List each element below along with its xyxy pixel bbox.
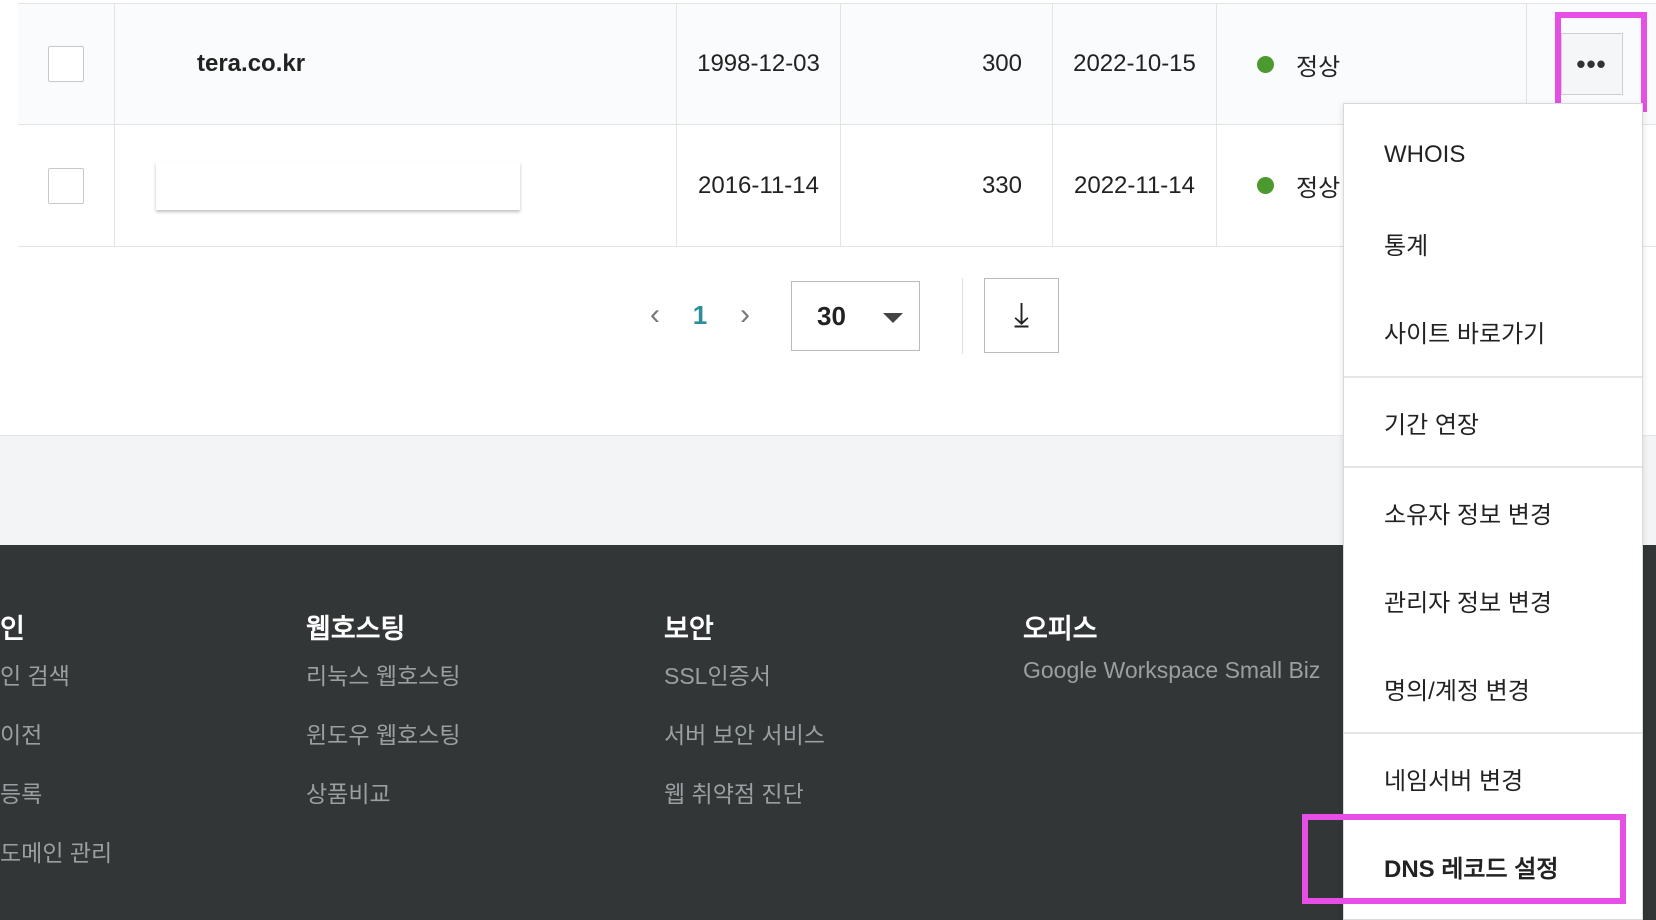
footer-column-title: 오피스 (1023, 614, 1098, 644)
download-icon: ⤓ (1013, 296, 1030, 334)
more-options-menu: WHOIS 통계 사이트 바로가기 기간 연장 소유자 정보 변경 관리자 정보… (1343, 103, 1643, 920)
dns-item-highlight (1302, 814, 1626, 904)
expire-date: 2022-10-15 (1053, 4, 1217, 124)
footer-column-title: 인 (0, 614, 25, 644)
footer-link[interactable]: 웹 취약점 진단 (664, 775, 804, 809)
row-checkbox[interactable] (48, 46, 84, 82)
menu-item-statistics[interactable]: 통계 (1344, 199, 1642, 287)
next-page-icon[interactable]: › (730, 298, 760, 332)
pagination: ‹ 1 › (640, 278, 760, 352)
menu-item-whois[interactable]: WHOIS (1344, 111, 1642, 199)
footer-link[interactable]: SSL인증서 (664, 657, 771, 691)
registered-date: 1998-12-03 (677, 4, 841, 124)
domain-name[interactable] (156, 161, 520, 210)
expire-date: 2022-11-14 (1053, 125, 1217, 246)
registered-date: 2016-11-14 (677, 125, 841, 246)
per-page-select[interactable]: 30 (791, 281, 920, 351)
footer-link[interactable]: 인 검색 (0, 657, 70, 691)
footer-link[interactable]: Google Workspace Small Biz (1023, 657, 1320, 684)
menu-item-account-change[interactable]: 명의/계정 변경 (1344, 644, 1642, 732)
footer-column-title: 보안 (664, 614, 714, 644)
footer-link[interactable]: 등록 (0, 775, 42, 809)
page-number-current[interactable]: 1 (670, 300, 730, 331)
menu-item-owner-info[interactable]: 소유자 정보 변경 (1344, 468, 1642, 556)
status-text: 정상 (1296, 175, 1341, 202)
row-checkbox[interactable] (48, 167, 84, 204)
per-page-value: 30 (817, 300, 846, 331)
footer-link[interactable]: 이전 (0, 716, 42, 750)
menu-item-extend-period[interactable]: 기간 연장 (1344, 378, 1642, 466)
domain-name[interactable]: tera.co.kr (115, 4, 677, 124)
more-button-highlight (1555, 12, 1647, 112)
prev-page-icon[interactable]: ‹ (640, 298, 670, 332)
footer-link[interactable]: 상품비교 (306, 775, 391, 809)
menu-item-site-shortcut[interactable]: 사이트 바로가기 (1344, 287, 1642, 375)
divider (962, 278, 963, 354)
footer-link[interactable]: 도메인 관리 (0, 834, 112, 868)
status-ok-icon (1257, 55, 1274, 73)
menu-item-admin-info[interactable]: 관리자 정보 변경 (1344, 556, 1642, 644)
status-ok-icon (1257, 177, 1274, 194)
download-button[interactable]: ⤓ (984, 278, 1059, 353)
footer-link[interactable]: 윈도우 웹호스팅 (306, 716, 461, 750)
footer-link[interactable]: 서버 보안 서비스 (664, 716, 825, 750)
caret-down-icon (883, 313, 903, 323)
days-count: 330 (841, 125, 1053, 246)
footer-column-title: 웹호스팅 (306, 614, 406, 644)
menu-item-nameserver[interactable]: 네임서버 변경 (1344, 734, 1642, 822)
days-count: 300 (841, 4, 1053, 124)
footer-link[interactable]: 리눅스 웹호스팅 (306, 657, 461, 691)
status-text: 정상 (1296, 53, 1341, 81)
